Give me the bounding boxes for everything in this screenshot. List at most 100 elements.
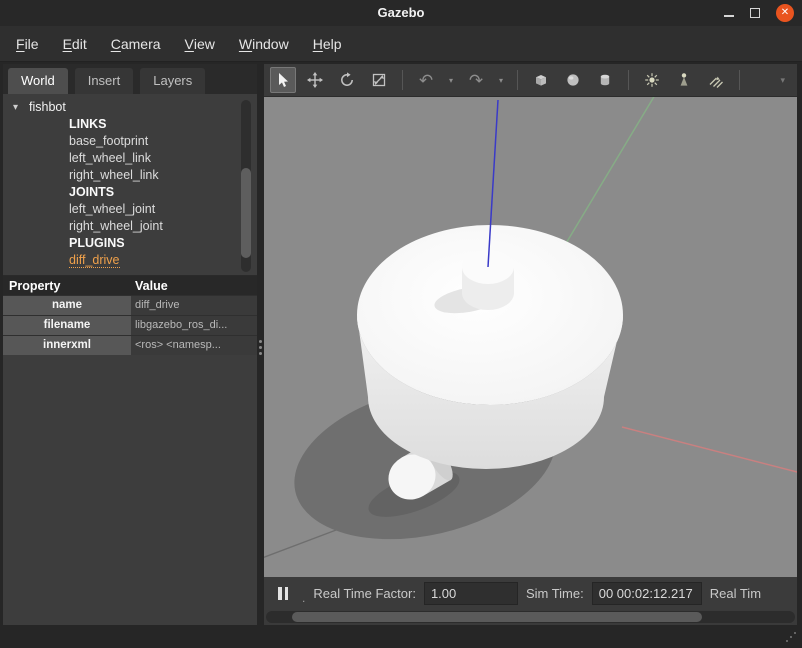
gazebo-window: Gazebo ✕ File Edit Camera View Window He… [0,0,802,648]
point-light-button[interactable] [639,67,665,93]
menu-window[interactable]: Window [227,26,301,61]
tree-item-links[interactable]: LINKS [3,116,257,133]
simulation-status-bar: . Real Time Factor: 1.00 Sim Time: 00 00… [264,577,797,610]
pause-icon [285,587,289,600]
titlebar[interactable]: Gazebo ✕ [0,0,802,26]
redo-button[interactable]: ↷ [463,67,489,93]
rtf-label: Real Time Factor: [313,586,416,601]
pause-button[interactable] [272,584,294,604]
table-row[interactable]: name diff_drive [3,295,257,315]
menu-file-mnemonic: F [16,36,25,52]
redo-icon: ↷ [469,72,483,89]
window-controls: ✕ [724,0,794,26]
toolbar-separator [517,70,518,90]
splitter-grip-icon [259,340,262,343]
pause-icon [278,587,282,600]
tab-insert[interactable]: Insert [75,68,134,94]
maximize-icon[interactable] [750,8,760,18]
translate-tool-button[interactable] [302,67,328,93]
property-name-cell: innerxml [3,336,131,355]
tree-item-right-wheel-joint[interactable]: right_wheel_joint [3,218,257,235]
undo-icon: ↶ [419,72,433,89]
insert-cylinder-button[interactable] [592,67,618,93]
tree-label: base_footprint [69,134,148,148]
select-tool-button[interactable] [270,67,296,93]
tree-item-diff-drive[interactable]: diff_drive [3,252,257,269]
table-row[interactable]: filename libgazebo_ros_di... [3,315,257,335]
property-name-cell: name [3,296,131,315]
tab-layers[interactable]: Layers [140,68,205,94]
sphere-icon [565,72,581,88]
rtf-value-field[interactable]: 1.00 [424,582,518,605]
property-column-header: Property [3,279,131,293]
property-value-cell: libgazebo_ros_di... [131,316,257,335]
close-icon[interactable]: ✕ [776,4,794,22]
redo-menu-button[interactable]: ▾ [495,76,507,85]
tree-item-base-footprint[interactable]: base_footprint [3,133,257,150]
tree-item-joints[interactable]: JOINTS [3,184,257,201]
tree-scrollbar[interactable] [241,100,251,272]
menu-view[interactable]: View [173,26,227,61]
viewport-toolbar: ↶ ▾ ↷ ▾ ▾ [264,64,797,97]
tree-label: left_wheel_link [69,151,151,165]
scene-render [264,97,797,577]
tree-item-left-wheel-link[interactable]: left_wheel_link [3,150,257,167]
tree-label: diff_drive [69,253,120,268]
toolbar-overflow-menu[interactable]: ▾ [780,75,785,86]
menu-help[interactable]: Help [301,26,354,61]
real-time-label: Real Tim [710,586,761,601]
select-arrow-icon [275,72,291,88]
step-button[interactable]: . [302,591,305,605]
tab-world[interactable]: World [8,68,68,94]
undo-button[interactable]: ↶ [413,67,439,93]
menu-help-mnemonic: H [313,36,323,52]
translate-icon [307,72,323,88]
sim-time-value-field[interactable]: 00 00:02:12.217 [592,582,702,605]
expand-arrow-icon[interactable]: ▾ [13,99,18,116]
menu-edit[interactable]: Edit [51,26,99,61]
tree-scrollbar-handle[interactable] [241,168,251,258]
menu-camera-label: amera [121,36,161,52]
directional-light-button[interactable] [703,67,729,93]
undo-menu-button[interactable]: ▾ [445,76,457,85]
value-column-header: Value [131,279,257,293]
table-row[interactable]: innerxml <ros> <namesp... [3,335,257,355]
panel-splitter[interactable] [257,64,264,625]
menu-view-mnemonic: V [185,36,194,52]
box-icon [533,72,549,88]
spot-light-button[interactable] [671,67,697,93]
toolbar-separator [628,70,629,90]
viewport-horizontal-scrollbar[interactable] [266,611,795,623]
panel-tabs: World Insert Layers [3,64,257,94]
toolbar-separator [739,70,740,90]
rotate-tool-button[interactable] [334,67,360,93]
left-panel: World Insert Layers ▾ fishbot LINKS base… [3,64,257,625]
tree-label: JOINTS [69,185,114,199]
minimize-icon[interactable] [724,15,734,17]
menubar: File Edit Camera View Window Help [0,26,802,62]
menu-camera[interactable]: Camera [99,26,173,61]
tree-item-right-wheel-link[interactable]: right_wheel_link [3,167,257,184]
point-light-icon [644,72,660,88]
model-tree: ▾ fishbot LINKS base_footprint left_whee… [3,94,257,269]
scene-canvas[interactable] [264,97,797,577]
tree-label: PLUGINS [69,236,125,250]
tree-item-plugins[interactable]: PLUGINS [3,235,257,252]
property-name-cell: filename [3,316,131,335]
cylinder-icon [597,72,613,88]
menu-file[interactable]: File [4,26,51,61]
tree-item-fishbot[interactable]: ▾ fishbot [3,99,257,116]
insert-sphere-button[interactable] [560,67,586,93]
insert-box-button[interactable] [528,67,554,93]
tree-label: right_wheel_joint [69,219,163,233]
horizontal-scrollbar-handle[interactable] [292,612,702,622]
property-value-cell: diff_drive [131,296,257,315]
property-value-cell: <ros> <namesp... [131,336,257,355]
tree-item-left-wheel-joint[interactable]: left_wheel_joint [3,201,257,218]
menu-help-label: elp [323,36,342,52]
tree-label: left_wheel_joint [69,202,155,216]
tree-label: right_wheel_link [69,168,159,182]
window-resize-grip[interactable] [784,630,798,644]
tree-item-fishbot-label: fishbot [29,100,66,114]
scale-tool-button[interactable] [366,67,392,93]
